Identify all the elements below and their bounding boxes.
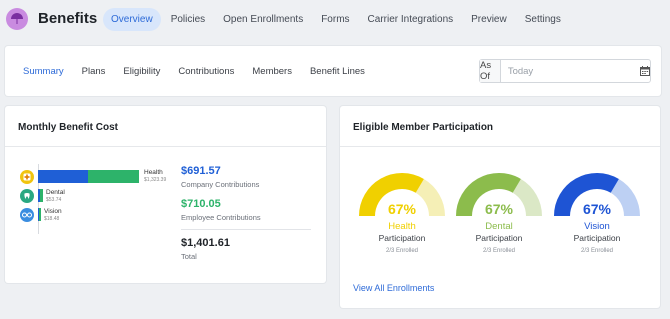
company-contributions-value: $691.57 bbox=[181, 165, 221, 177]
vision-percent: 67% bbox=[582, 201, 612, 217]
nav-overview[interactable]: Overview bbox=[103, 8, 161, 31]
totals-divider bbox=[181, 229, 311, 230]
tab-eligibility[interactable]: Eligibility bbox=[123, 66, 160, 77]
main-nav: Overview Policies Open Enrollments Forms… bbox=[103, 8, 571, 31]
umbrella-icon bbox=[6, 8, 28, 30]
vision-enrolled-count: 2/3 Enrolled bbox=[580, 248, 614, 254]
nav-policies[interactable]: Policies bbox=[163, 8, 213, 31]
dental-employee-bar bbox=[40, 189, 43, 202]
divider bbox=[340, 146, 660, 147]
divider bbox=[5, 146, 326, 147]
dental-enrolled-count: 2/3 Enrolled bbox=[482, 248, 516, 254]
dental-participation-label: Participation bbox=[475, 233, 523, 243]
dental-label: Dental bbox=[46, 189, 65, 196]
vision-label: Vision bbox=[44, 208, 62, 215]
calendar-icon[interactable] bbox=[639, 60, 650, 82]
top-bar: Benefits Overview Policies Open Enrollme… bbox=[0, 0, 670, 40]
dental-amount: $53.74 bbox=[46, 197, 62, 203]
health-icon bbox=[20, 170, 34, 184]
as-of-date-picker: As Of bbox=[479, 59, 651, 83]
as-of-label: As Of bbox=[480, 60, 501, 82]
nav-forms[interactable]: Forms bbox=[313, 8, 357, 31]
health-company-bar bbox=[38, 170, 88, 183]
tab-summary[interactable]: Summary bbox=[23, 66, 64, 77]
dental-percent: 67% bbox=[484, 201, 514, 217]
subnav: Summary Plans Eligibility Contributions … bbox=[23, 66, 383, 77]
vision-gauge-label: Vision bbox=[584, 221, 610, 232]
dental-gauge-label: Dental bbox=[485, 221, 513, 232]
monthly-benefit-cost-card: Monthly Benefit Cost Health $1,323.39 De… bbox=[5, 106, 326, 283]
tab-benefit-lines[interactable]: Benefit Lines bbox=[310, 66, 365, 77]
health-percent: 67% bbox=[387, 201, 417, 217]
app-title: Benefits bbox=[38, 10, 98, 27]
view-all-enrollments-link[interactable]: View All Enrollments bbox=[353, 283, 434, 293]
subnav-card: Summary Plans Eligibility Contributions … bbox=[5, 46, 661, 96]
participation-card-title: Eligible Member Participation bbox=[353, 122, 494, 133]
health-gauge-label: Health bbox=[388, 221, 416, 232]
health-employee-bar bbox=[88, 170, 139, 183]
tab-plans[interactable]: Plans bbox=[82, 66, 106, 77]
nav-preview[interactable]: Preview bbox=[463, 8, 515, 31]
tab-contributions[interactable]: Contributions bbox=[178, 66, 234, 77]
health-label: Health bbox=[144, 169, 163, 176]
total-value: $1,401.61 bbox=[181, 237, 230, 249]
health-amount: $1,323.39 bbox=[144, 177, 167, 183]
glasses-icon bbox=[20, 208, 34, 222]
eligible-member-participation-card: Eligible Member Participation 67% Health… bbox=[340, 106, 660, 308]
health-enrolled-count: 2/3 Enrolled bbox=[385, 248, 419, 254]
vision-participation-label: Participation bbox=[573, 233, 621, 243]
tab-members[interactable]: Members bbox=[252, 66, 292, 77]
total-label: Total bbox=[181, 252, 197, 261]
tooth-icon bbox=[20, 189, 34, 203]
date-input[interactable] bbox=[500, 60, 640, 82]
cost-card-title: Monthly Benefit Cost bbox=[18, 122, 118, 133]
employee-contributions-label: Employee Contributions bbox=[181, 213, 261, 222]
company-contributions-label: Company Contributions bbox=[181, 180, 260, 189]
nav-open-enrollments[interactable]: Open Enrollments bbox=[215, 8, 311, 31]
vision-amount: $18.48 bbox=[44, 216, 60, 222]
nav-carrier-integrations[interactable]: Carrier Integrations bbox=[360, 8, 462, 31]
employee-contributions-value: $710.05 bbox=[181, 198, 221, 210]
nav-settings[interactable]: Settings bbox=[517, 8, 569, 31]
health-participation-label: Participation bbox=[378, 233, 426, 243]
vision-employee-bar bbox=[39, 208, 41, 221]
